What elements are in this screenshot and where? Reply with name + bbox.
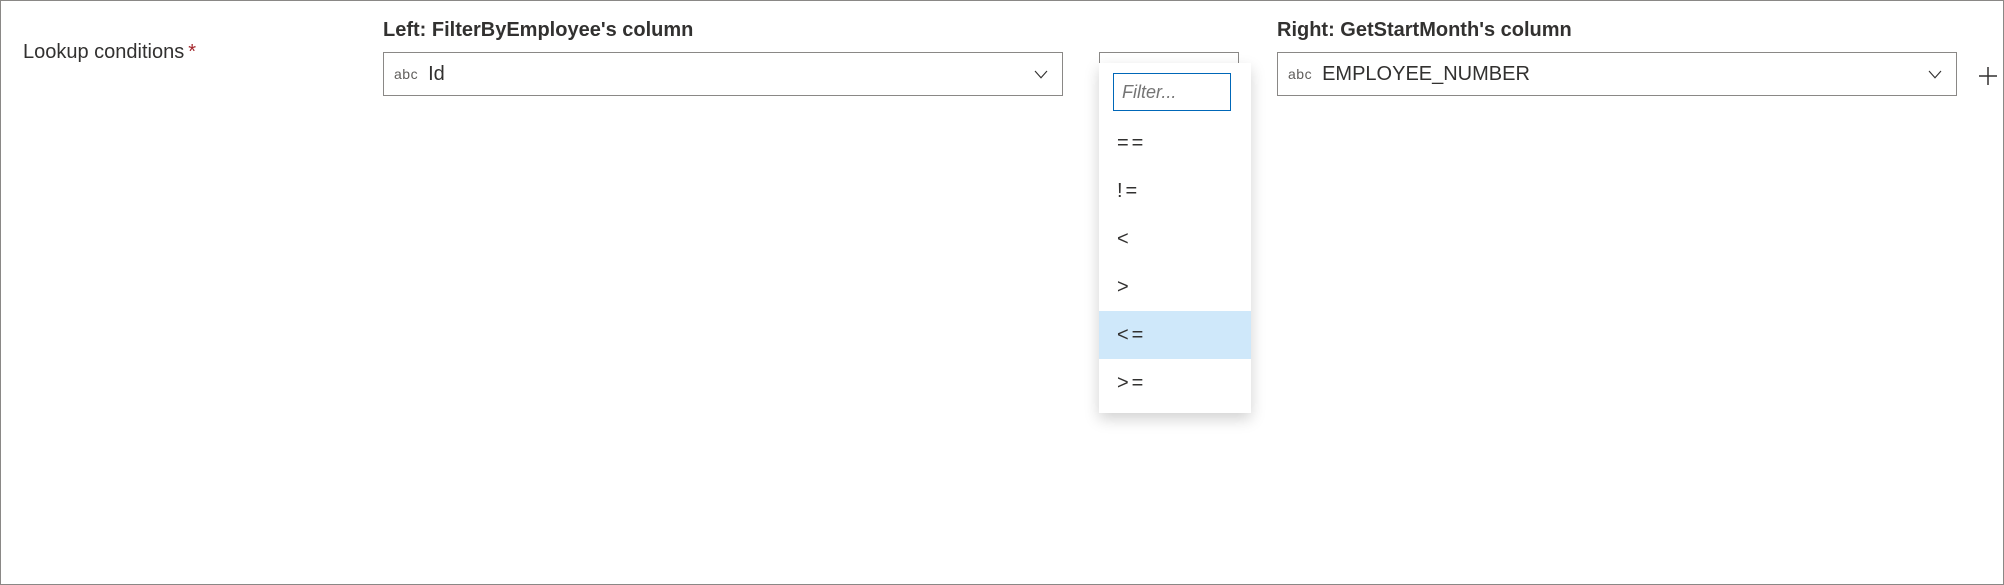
condition-row: Lookup conditions* Left: FilterByEmploye… <box>23 19 1981 96</box>
lookup-conditions-panel: Lookup conditions* Left: FilterByEmploye… <box>0 0 2004 585</box>
required-asterisk: * <box>188 41 196 63</box>
operator-option[interactable]: < <box>1099 215 1251 263</box>
right-column-select[interactable]: abc EMPLOYEE_NUMBER <box>1277 52 1957 96</box>
operator-option-list: ==!=<><=>= <box>1109 119 1241 407</box>
operator-option[interactable]: >= <box>1099 359 1251 407</box>
operator-filter-input[interactable] <box>1113 73 1231 111</box>
right-column-title: Right: GetStartMonth's column <box>1277 19 1957 42</box>
section-label-text: Lookup conditions <box>23 41 184 63</box>
right-type-tag: abc <box>1288 66 1312 82</box>
chevron-down-icon[interactable] <box>1924 65 1946 83</box>
left-type-tag: abc <box>394 66 418 82</box>
operator-option[interactable]: != <box>1099 167 1251 215</box>
row-actions <box>1975 19 2004 89</box>
left-column-title: Left: FilterByEmployee's column <box>383 19 1063 42</box>
operator-title-spacer <box>1099 19 1239 42</box>
left-column-value: Id <box>428 63 1030 86</box>
operator-option[interactable]: <= <box>1099 311 1251 359</box>
operator-option[interactable]: == <box>1099 119 1251 167</box>
left-column-select[interactable]: abc Id <box>383 52 1063 96</box>
section-label: Lookup conditions* <box>23 19 383 64</box>
add-condition-button[interactable] <box>1975 63 2001 89</box>
operator-group: <= ==!=<><=>= <box>1099 19 1239 96</box>
left-column-group: Left: FilterByEmployee's column abc Id <box>383 19 1063 96</box>
chevron-down-icon[interactable] <box>1030 65 1052 83</box>
operator-option[interactable]: > <box>1099 263 1251 311</box>
operator-dropdown: ==!=<><=>= <box>1099 63 1251 413</box>
right-column-value: EMPLOYEE_NUMBER <box>1322 63 1924 86</box>
right-column-group: Right: GetStartMonth's column abc EMPLOY… <box>1277 19 1957 96</box>
